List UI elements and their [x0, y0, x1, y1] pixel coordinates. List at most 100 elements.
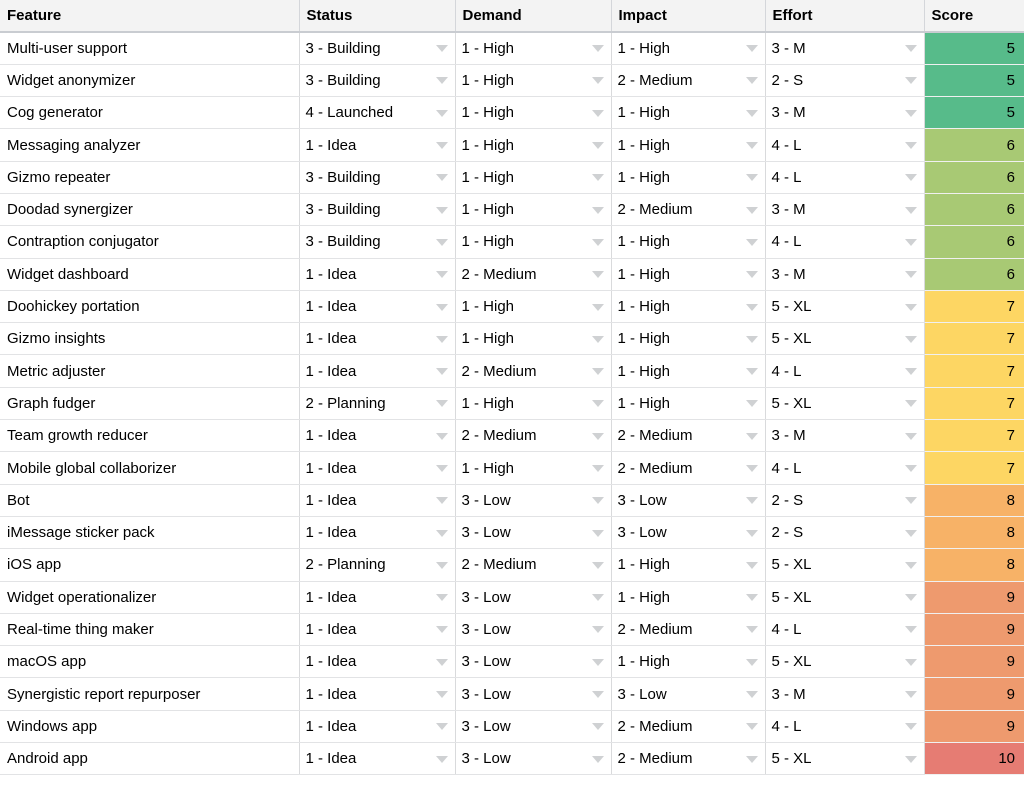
cell-demand[interactable]: 3 - Low: [455, 678, 611, 710]
cell-demand[interactable]: 1 - High: [455, 193, 611, 225]
cell-effort[interactable]: 3 - M: [765, 32, 924, 64]
cell-score[interactable]: 7: [924, 452, 1024, 484]
chevron-down-icon[interactable]: [746, 110, 758, 117]
chevron-down-icon[interactable]: [746, 530, 758, 537]
column-header-impact[interactable]: Impact: [611, 0, 765, 32]
cell-impact[interactable]: 2 - Medium: [611, 452, 765, 484]
chevron-down-icon[interactable]: [592, 465, 604, 472]
chevron-down-icon[interactable]: [436, 368, 448, 375]
cell-status[interactable]: 1 - Idea: [299, 743, 455, 775]
cell-status[interactable]: 1 - Idea: [299, 129, 455, 161]
chevron-down-icon[interactable]: [746, 304, 758, 311]
cell-demand[interactable]: 1 - High: [455, 323, 611, 355]
column-header-demand[interactable]: Demand: [455, 0, 611, 32]
cell-effort[interactable]: 5 - XL: [765, 581, 924, 613]
cell-impact[interactable]: 3 - Low: [611, 516, 765, 548]
cell-effort[interactable]: 5 - XL: [765, 387, 924, 419]
cell-score[interactable]: 9: [924, 613, 1024, 645]
chevron-down-icon[interactable]: [905, 723, 917, 730]
cell-score[interactable]: 8: [924, 516, 1024, 548]
cell-effort[interactable]: 2 - S: [765, 64, 924, 96]
cell-status[interactable]: 2 - Planning: [299, 549, 455, 581]
cell-feature[interactable]: Gizmo insights: [0, 323, 299, 355]
cell-score[interactable]: 5: [924, 97, 1024, 129]
cell-demand[interactable]: 3 - Low: [455, 646, 611, 678]
cell-impact[interactable]: 2 - Medium: [611, 193, 765, 225]
chevron-down-icon[interactable]: [436, 723, 448, 730]
chevron-down-icon[interactable]: [592, 400, 604, 407]
cell-impact[interactable]: 2 - Medium: [611, 64, 765, 96]
cell-feature[interactable]: Team growth reducer: [0, 420, 299, 452]
cell-score[interactable]: 9: [924, 646, 1024, 678]
cell-status[interactable]: 1 - Idea: [299, 646, 455, 678]
chevron-down-icon[interactable]: [746, 207, 758, 214]
cell-effort[interactable]: 2 - S: [765, 484, 924, 516]
chevron-down-icon[interactable]: [746, 659, 758, 666]
cell-effort[interactable]: 5 - XL: [765, 549, 924, 581]
cell-feature[interactable]: Gizmo repeater: [0, 161, 299, 193]
cell-effort[interactable]: 3 - M: [765, 193, 924, 225]
chevron-down-icon[interactable]: [592, 626, 604, 633]
chevron-down-icon[interactable]: [905, 304, 917, 311]
chevron-down-icon[interactable]: [436, 465, 448, 472]
cell-effort[interactable]: 5 - XL: [765, 743, 924, 775]
cell-feature[interactable]: Cog generator: [0, 97, 299, 129]
cell-feature[interactable]: Widget operationalizer: [0, 581, 299, 613]
chevron-down-icon[interactable]: [592, 77, 604, 84]
cell-score[interactable]: 7: [924, 323, 1024, 355]
cell-score[interactable]: 7: [924, 420, 1024, 452]
cell-impact[interactable]: 1 - High: [611, 32, 765, 64]
cell-demand[interactable]: 3 - Low: [455, 710, 611, 742]
cell-score[interactable]: 6: [924, 258, 1024, 290]
cell-impact[interactable]: 3 - Low: [611, 678, 765, 710]
cell-status[interactable]: 1 - Idea: [299, 290, 455, 322]
cell-score[interactable]: 6: [924, 129, 1024, 161]
chevron-down-icon[interactable]: [905, 530, 917, 537]
chevron-down-icon[interactable]: [746, 756, 758, 763]
cell-feature[interactable]: Mobile global collaborizer: [0, 452, 299, 484]
cell-demand[interactable]: 2 - Medium: [455, 355, 611, 387]
cell-impact[interactable]: 1 - High: [611, 290, 765, 322]
chevron-down-icon[interactable]: [592, 497, 604, 504]
cell-feature[interactable]: Windows app: [0, 710, 299, 742]
cell-effort[interactable]: 5 - XL: [765, 323, 924, 355]
column-header-effort[interactable]: Effort: [765, 0, 924, 32]
chevron-down-icon[interactable]: [905, 110, 917, 117]
cell-demand[interactable]: 3 - Low: [455, 484, 611, 516]
chevron-down-icon[interactable]: [905, 174, 917, 181]
cell-demand[interactable]: 2 - Medium: [455, 258, 611, 290]
cell-impact[interactable]: 1 - High: [611, 129, 765, 161]
chevron-down-icon[interactable]: [436, 174, 448, 181]
cell-impact[interactable]: 1 - High: [611, 226, 765, 258]
chevron-down-icon[interactable]: [905, 659, 917, 666]
cell-status[interactable]: 4 - Launched: [299, 97, 455, 129]
chevron-down-icon[interactable]: [746, 45, 758, 52]
cell-score[interactable]: 6: [924, 161, 1024, 193]
cell-feature[interactable]: Doohickey portation: [0, 290, 299, 322]
chevron-down-icon[interactable]: [436, 271, 448, 278]
cell-demand[interactable]: 1 - High: [455, 226, 611, 258]
cell-feature[interactable]: iOS app: [0, 549, 299, 581]
chevron-down-icon[interactable]: [592, 142, 604, 149]
cell-effort[interactable]: 3 - M: [765, 420, 924, 452]
cell-impact[interactable]: 1 - High: [611, 646, 765, 678]
chevron-down-icon[interactable]: [905, 77, 917, 84]
chevron-down-icon[interactable]: [746, 626, 758, 633]
cell-status[interactable]: 1 - Idea: [299, 323, 455, 355]
cell-effort[interactable]: 4 - L: [765, 226, 924, 258]
chevron-down-icon[interactable]: [592, 45, 604, 52]
cell-status[interactable]: 1 - Idea: [299, 516, 455, 548]
cell-impact[interactable]: 1 - High: [611, 581, 765, 613]
chevron-down-icon[interactable]: [905, 691, 917, 698]
chevron-down-icon[interactable]: [436, 142, 448, 149]
chevron-down-icon[interactable]: [436, 691, 448, 698]
cell-impact[interactable]: 1 - High: [611, 323, 765, 355]
chevron-down-icon[interactable]: [746, 691, 758, 698]
chevron-down-icon[interactable]: [592, 174, 604, 181]
chevron-down-icon[interactable]: [746, 400, 758, 407]
chevron-down-icon[interactable]: [592, 336, 604, 343]
cell-effort[interactable]: 4 - L: [765, 161, 924, 193]
cell-effort[interactable]: 3 - M: [765, 97, 924, 129]
chevron-down-icon[interactable]: [436, 77, 448, 84]
cell-demand[interactable]: 3 - Low: [455, 613, 611, 645]
